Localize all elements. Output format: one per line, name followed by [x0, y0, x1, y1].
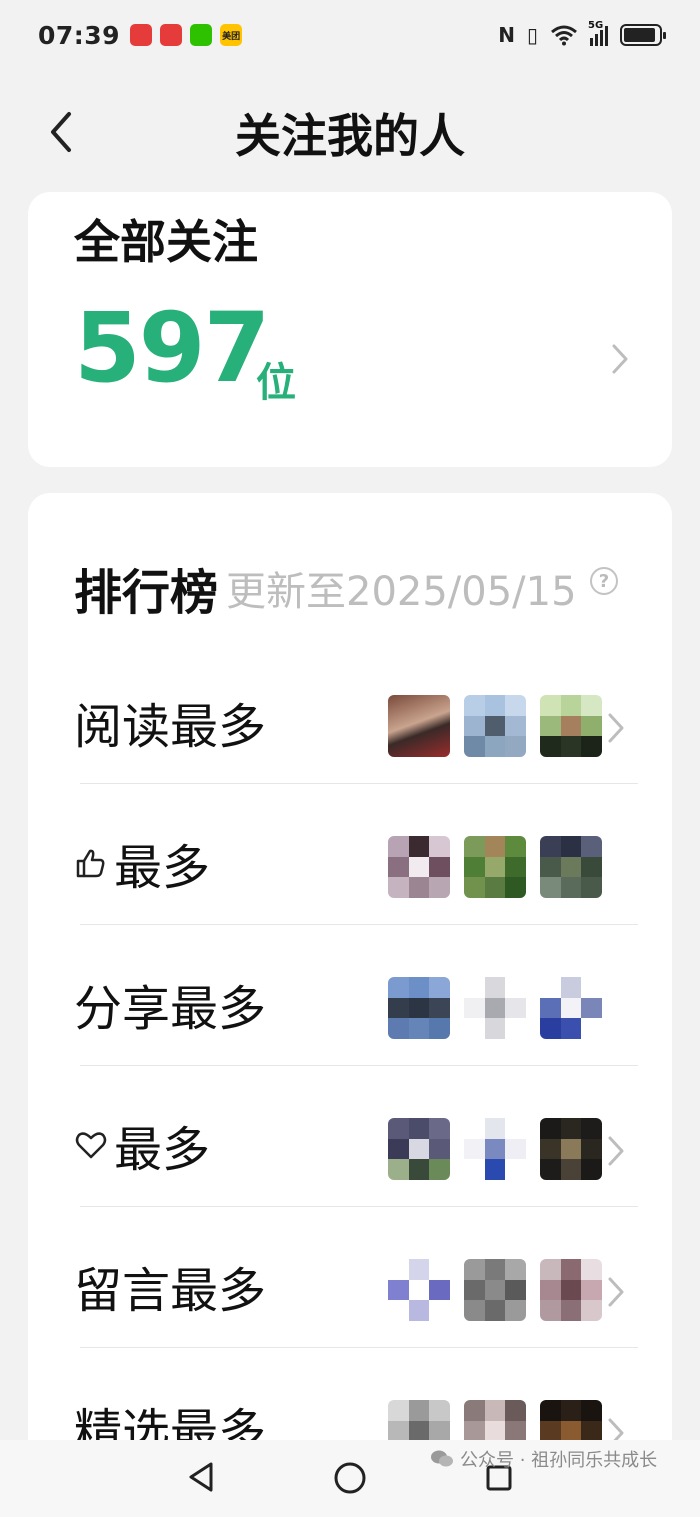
- page-title: 关注我的人: [235, 109, 465, 163]
- avatar: [388, 836, 450, 898]
- ranking-card: 更新至2025/05/15 排行榜 ? 阅读最多 最多 分享最多 最多 留言最多…: [28, 493, 672, 1462]
- ranking-row-text: 阅读最多: [74, 699, 267, 755]
- total-followers-count: 597: [74, 292, 270, 404]
- avatar: [464, 836, 526, 898]
- ranking-row-label: 最多: [74, 1110, 210, 1180]
- battery-level: [624, 28, 655, 42]
- circle-home-icon[interactable]: [333, 1461, 367, 1495]
- meituan-app-icon: 美团: [220, 24, 243, 46]
- signal-icon: 5G: [588, 20, 608, 46]
- chevron-right-icon: [608, 1277, 624, 1307]
- avatar: [388, 1259, 450, 1321]
- ranking-row-text: 最多: [114, 1122, 211, 1178]
- huawei-app-icon: [130, 24, 153, 46]
- huawei-app-icon: [160, 24, 183, 46]
- ranking-title: 排行榜: [74, 565, 219, 621]
- avatar-group: [388, 1259, 602, 1321]
- avatar: [388, 695, 450, 757]
- chevron-right-icon: [608, 713, 624, 743]
- ranking-row-most-shared[interactable]: 分享最多: [28, 925, 672, 1066]
- vibrate-icon: ▯: [526, 23, 538, 47]
- avatar-group: [388, 836, 602, 898]
- avatar: [540, 695, 602, 757]
- nfc-icon: N: [498, 23, 515, 47]
- battery-icon: [620, 24, 666, 46]
- ranking-row-label: 分享最多: [74, 969, 266, 1039]
- heart-icon: [74, 1128, 108, 1162]
- avatar: [540, 977, 602, 1039]
- avatar: [464, 1118, 526, 1180]
- wechat-icon: [431, 1450, 453, 1467]
- avatar-group: [388, 1118, 602, 1180]
- avatar: [388, 977, 450, 1039]
- ranking-row-most-liked[interactable]: 最多: [28, 784, 672, 925]
- avatar: [388, 1118, 450, 1180]
- watermark-text: 公众号 · 祖孙同乐共成长: [460, 1450, 658, 1471]
- avatar: [540, 836, 602, 898]
- chevron-right-icon: [612, 344, 628, 374]
- ranking-row-label: 最多: [74, 828, 210, 898]
- ranking-row-most-comments[interactable]: 留言最多: [28, 1207, 672, 1348]
- triangle-back-icon[interactable]: [186, 1460, 216, 1494]
- total-followers-unit: 位: [256, 360, 296, 406]
- total-followers-label: 全部关注: [74, 215, 258, 269]
- ranking-row-text: 最多: [114, 840, 211, 896]
- wechat-app-icon: [190, 24, 213, 46]
- status-bar: 07:39 美团 N ▯ 5G: [0, 0, 700, 70]
- avatar: [464, 695, 526, 757]
- ranking-row-label: 阅读最多: [74, 687, 266, 757]
- avatar: [540, 1259, 602, 1321]
- total-followers-card[interactable]: 全部关注 597 位: [28, 192, 672, 467]
- avatar-group: [388, 695, 602, 757]
- ranking-row-most-read[interactable]: 阅读最多: [28, 643, 672, 784]
- watermark: 公众号 · 祖孙同乐共成长: [430, 1446, 657, 1472]
- network-type: 5G: [588, 20, 604, 31]
- chevron-right-icon: [608, 1136, 624, 1166]
- help-icon[interactable]: ?: [590, 567, 618, 595]
- avatar-group: [388, 977, 602, 1039]
- thumbs-up-icon: [74, 846, 108, 880]
- wifi-icon: [551, 25, 577, 46]
- status-time: 07:39: [38, 20, 121, 50]
- avatar: [464, 977, 526, 1039]
- ranking-update-date: 更新至2025/05/15: [226, 569, 577, 615]
- ranking-row-label: 留言最多: [74, 1251, 266, 1321]
- ranking-row-most-loved[interactable]: 最多: [28, 1066, 672, 1207]
- system-status-icons: N ▯ 5G: [498, 20, 666, 47]
- notification-app-icons: 美团: [130, 24, 243, 46]
- avatar: [464, 1259, 526, 1321]
- page-header: 关注我的人: [0, 90, 700, 180]
- ranking-row-text: 留言最多: [74, 1263, 267, 1319]
- avatar: [540, 1118, 602, 1180]
- ranking-row-text: 分享最多: [74, 981, 267, 1037]
